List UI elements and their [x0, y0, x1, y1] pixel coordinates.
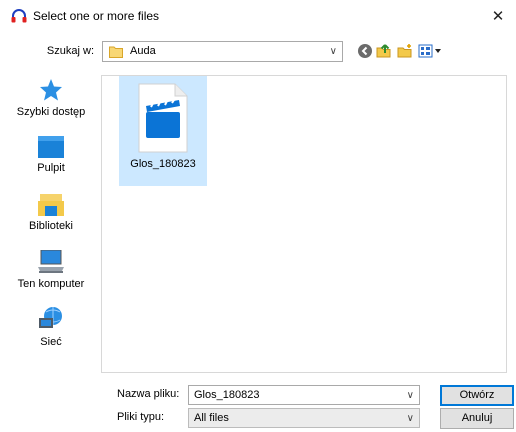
headphones-app-icon [11, 9, 27, 23]
filetype-value: All files [194, 412, 229, 424]
chevron-down-icon: ∨ [329, 46, 337, 57]
file-item[interactable]: Glos_180823 [119, 76, 207, 186]
view-menu-icon[interactable] [418, 43, 444, 59]
close-button[interactable]: ✕ [486, 4, 510, 28]
new-folder-icon[interactable] [397, 43, 413, 59]
cancel-button[interactable]: Anuluj [440, 408, 514, 429]
close-icon: ✕ [491, 8, 505, 25]
look-in-label: Szukaj w: [46, 45, 94, 57]
place-this-pc[interactable]: Ten komputer [7, 250, 95, 306]
title-bar: Select one or more files ✕ [0, 0, 516, 32]
computer-icon [38, 250, 64, 273]
video-file-icon [138, 83, 188, 153]
folder-icon [109, 46, 123, 58]
filename-value: Glos_180823 [194, 389, 260, 401]
open-button[interactable]: Otwórz [440, 385, 514, 406]
place-desktop[interactable]: Pulpit [7, 136, 95, 192]
look-in-value: Auda [130, 45, 156, 57]
chevron-down-icon[interactable]: ∨ [407, 390, 414, 401]
place-quick-access[interactable]: Szybki dostęp [7, 78, 95, 134]
window-title: Select one or more files [33, 9, 160, 23]
up-folder-icon[interactable] [376, 43, 392, 59]
filetype-select[interactable]: All files ∨ [188, 408, 420, 428]
desktop-icon [38, 136, 64, 158]
libraries-icon [38, 194, 64, 216]
star-icon [40, 79, 62, 101]
look-in-combo[interactable]: Auda ∨ [102, 41, 343, 62]
place-label: Pulpit [37, 162, 65, 174]
place-label: Szybki dostęp [16, 106, 86, 118]
place-libraries[interactable]: Biblioteki [7, 194, 95, 250]
place-label: Ten komputer [17, 278, 85, 290]
place-label: Biblioteki [28, 220, 74, 232]
place-label: Sieć [40, 336, 62, 348]
filetype-label: Pliki typu: [117, 411, 165, 423]
file-name: Glos_180823 [130, 158, 196, 170]
filename-label: Nazwa pliku: [117, 388, 180, 400]
network-icon [39, 307, 62, 328]
place-network[interactable]: Sieć [7, 306, 95, 362]
look-in-row: Szukaj w: Auda ∨ [0, 40, 516, 64]
filename-input[interactable]: Glos_180823 ∨ [188, 385, 420, 405]
places-bar: Szybki dostęp Pulpit Biblioteki Ten komp… [7, 76, 95, 402]
back-icon[interactable] [357, 43, 373, 59]
file-list[interactable]: Glos_180823 [101, 75, 507, 373]
chevron-down-icon: ∨ [406, 413, 414, 424]
